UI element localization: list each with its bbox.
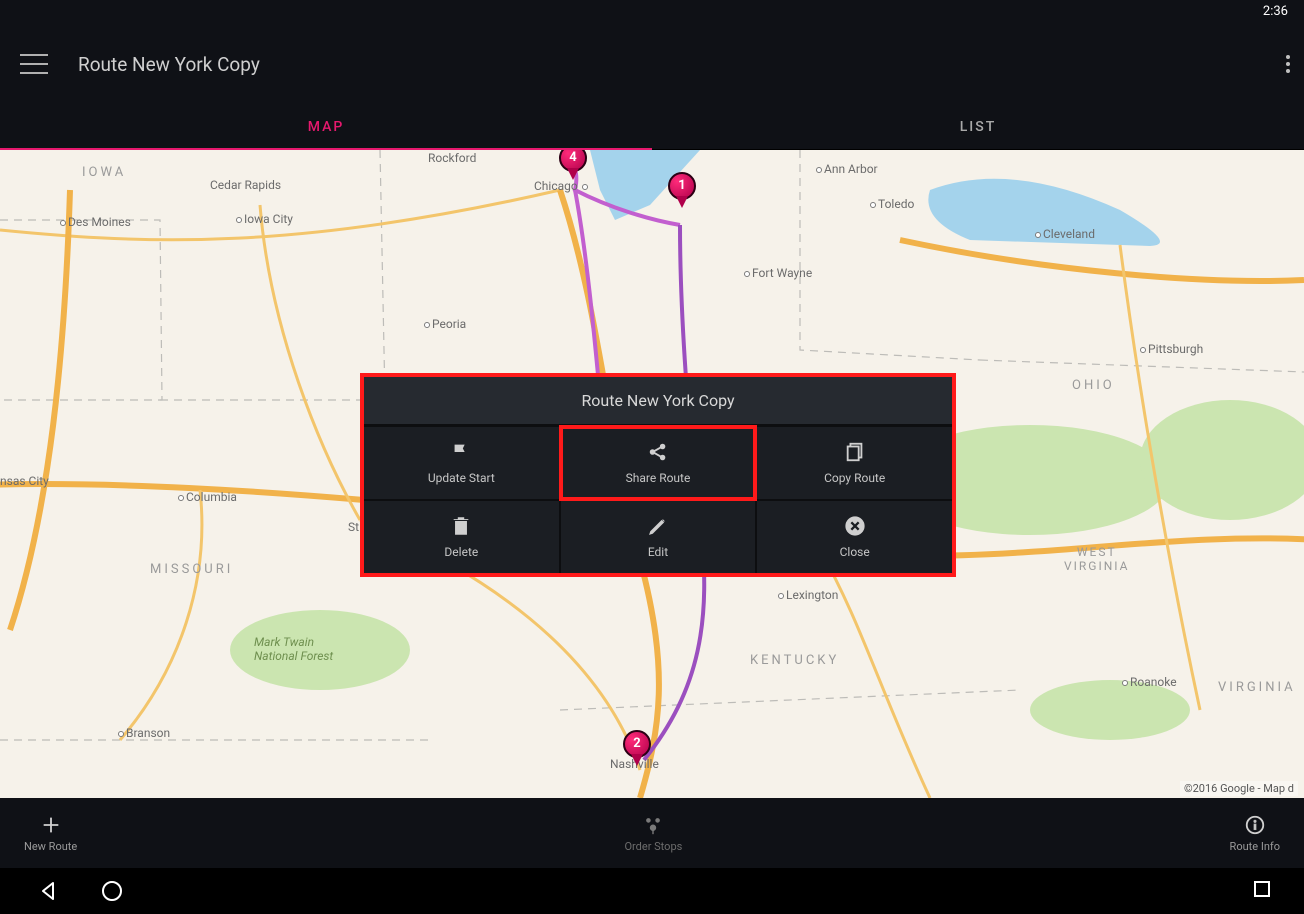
menu-icon[interactable] xyxy=(20,54,48,74)
copy-route-button[interactable]: Copy Route xyxy=(757,427,952,499)
route-info-button[interactable]: Route Info xyxy=(1230,814,1280,853)
city-pittsburgh: Pittsburgh xyxy=(1140,342,1203,356)
new-route-label: New Route xyxy=(24,840,77,853)
status-bar: 2:36 xyxy=(0,0,1304,24)
update-start-label: Update Start xyxy=(428,471,495,485)
city-cleveland: Cleveland xyxy=(1035,227,1095,241)
close-button[interactable]: Close xyxy=(757,501,952,573)
android-nav-bar xyxy=(0,868,1304,914)
state-missouri: MISSOURI xyxy=(150,562,233,577)
map-pin-4[interactable]: 4 xyxy=(559,150,587,182)
label-mark-twain: Mark Twain National Forest xyxy=(254,635,333,663)
city-iowa-city: Iowa City xyxy=(236,212,293,226)
dialog-grid: Update Start Share Route Copy Route Dele… xyxy=(364,425,952,573)
trash-icon xyxy=(450,515,472,537)
app-bar: Route New York Copy xyxy=(0,24,1304,104)
share-route-button[interactable]: Share Route xyxy=(561,427,756,499)
route-dialog-highlight: Route New York Copy Update Start Share R… xyxy=(360,373,956,577)
city-lexington: Lexington xyxy=(778,588,838,602)
share-icon xyxy=(647,441,669,463)
city-peoria: Peoria xyxy=(424,317,466,331)
edit-label: Edit xyxy=(648,545,668,559)
city-fort-wayne: Fort Wayne xyxy=(744,266,812,280)
edit-button[interactable]: Edit xyxy=(561,501,756,573)
delete-label: Delete xyxy=(444,545,478,559)
state-kentucky: KENTUCKY xyxy=(750,653,839,668)
flag-icon xyxy=(450,441,472,463)
city-rockford: Rockford xyxy=(428,151,476,165)
route-dialog: Route New York Copy Update Start Share R… xyxy=(364,377,952,573)
recent-apps-icon[interactable] xyxy=(1250,877,1274,901)
order-stops-icon xyxy=(642,814,664,836)
state-iowa: IOWA xyxy=(82,165,126,180)
dialog-title: Route New York Copy xyxy=(364,377,952,425)
bottom-bar: New Route Order Stops Route Info xyxy=(0,798,1304,868)
map-pin-2[interactable]: 2 xyxy=(623,730,651,768)
page-title: Route New York Copy xyxy=(78,53,260,76)
close-icon xyxy=(844,515,866,537)
city-ann-arbor: Ann Arbor xyxy=(816,162,878,176)
plus-icon xyxy=(40,814,62,836)
back-icon[interactable] xyxy=(36,879,60,903)
city-roanoke: Roanoke xyxy=(1122,675,1177,689)
share-route-label: Share Route xyxy=(626,471,691,485)
city-cedar-rapids: Cedar Rapids xyxy=(210,178,281,192)
city-toledo: Toledo xyxy=(870,197,914,211)
delete-button[interactable]: Delete xyxy=(364,501,559,573)
copy-icon xyxy=(844,441,866,463)
overflow-menu-icon[interactable] xyxy=(1286,55,1290,73)
city-des-moines: Des Moines xyxy=(60,215,131,229)
city-columbia: Columbia xyxy=(178,490,237,504)
city-kansas-city: nsas City xyxy=(0,474,49,488)
route-info-label: Route Info xyxy=(1230,840,1280,853)
state-west-virginia: WEST VIRGINIA xyxy=(1064,545,1130,573)
home-icon[interactable] xyxy=(100,879,124,903)
city-branson: Branson xyxy=(118,726,170,740)
close-label: Close xyxy=(840,545,870,559)
map-pin-1[interactable]: 1 xyxy=(668,172,696,210)
info-icon xyxy=(1244,814,1266,836)
state-virginia: VIRGINIA xyxy=(1218,680,1296,695)
map-copyright: ©2016 Google - Map d xyxy=(1180,781,1298,796)
update-start-button[interactable]: Update Start xyxy=(364,427,559,499)
city-st-louis: St xyxy=(348,520,359,534)
state-ohio: OHIO xyxy=(1072,378,1115,393)
copy-route-label: Copy Route xyxy=(824,471,885,485)
order-stops-button[interactable]: Order Stops xyxy=(624,814,682,853)
tabs: MAP LIST xyxy=(0,104,1304,150)
new-route-button[interactable]: New Route xyxy=(24,814,77,853)
status-time: 2:36 xyxy=(1263,4,1288,19)
tab-list[interactable]: LIST xyxy=(652,104,1304,149)
tab-map[interactable]: MAP xyxy=(0,104,652,149)
order-stops-label: Order Stops xyxy=(624,840,682,853)
pencil-icon xyxy=(647,515,669,537)
